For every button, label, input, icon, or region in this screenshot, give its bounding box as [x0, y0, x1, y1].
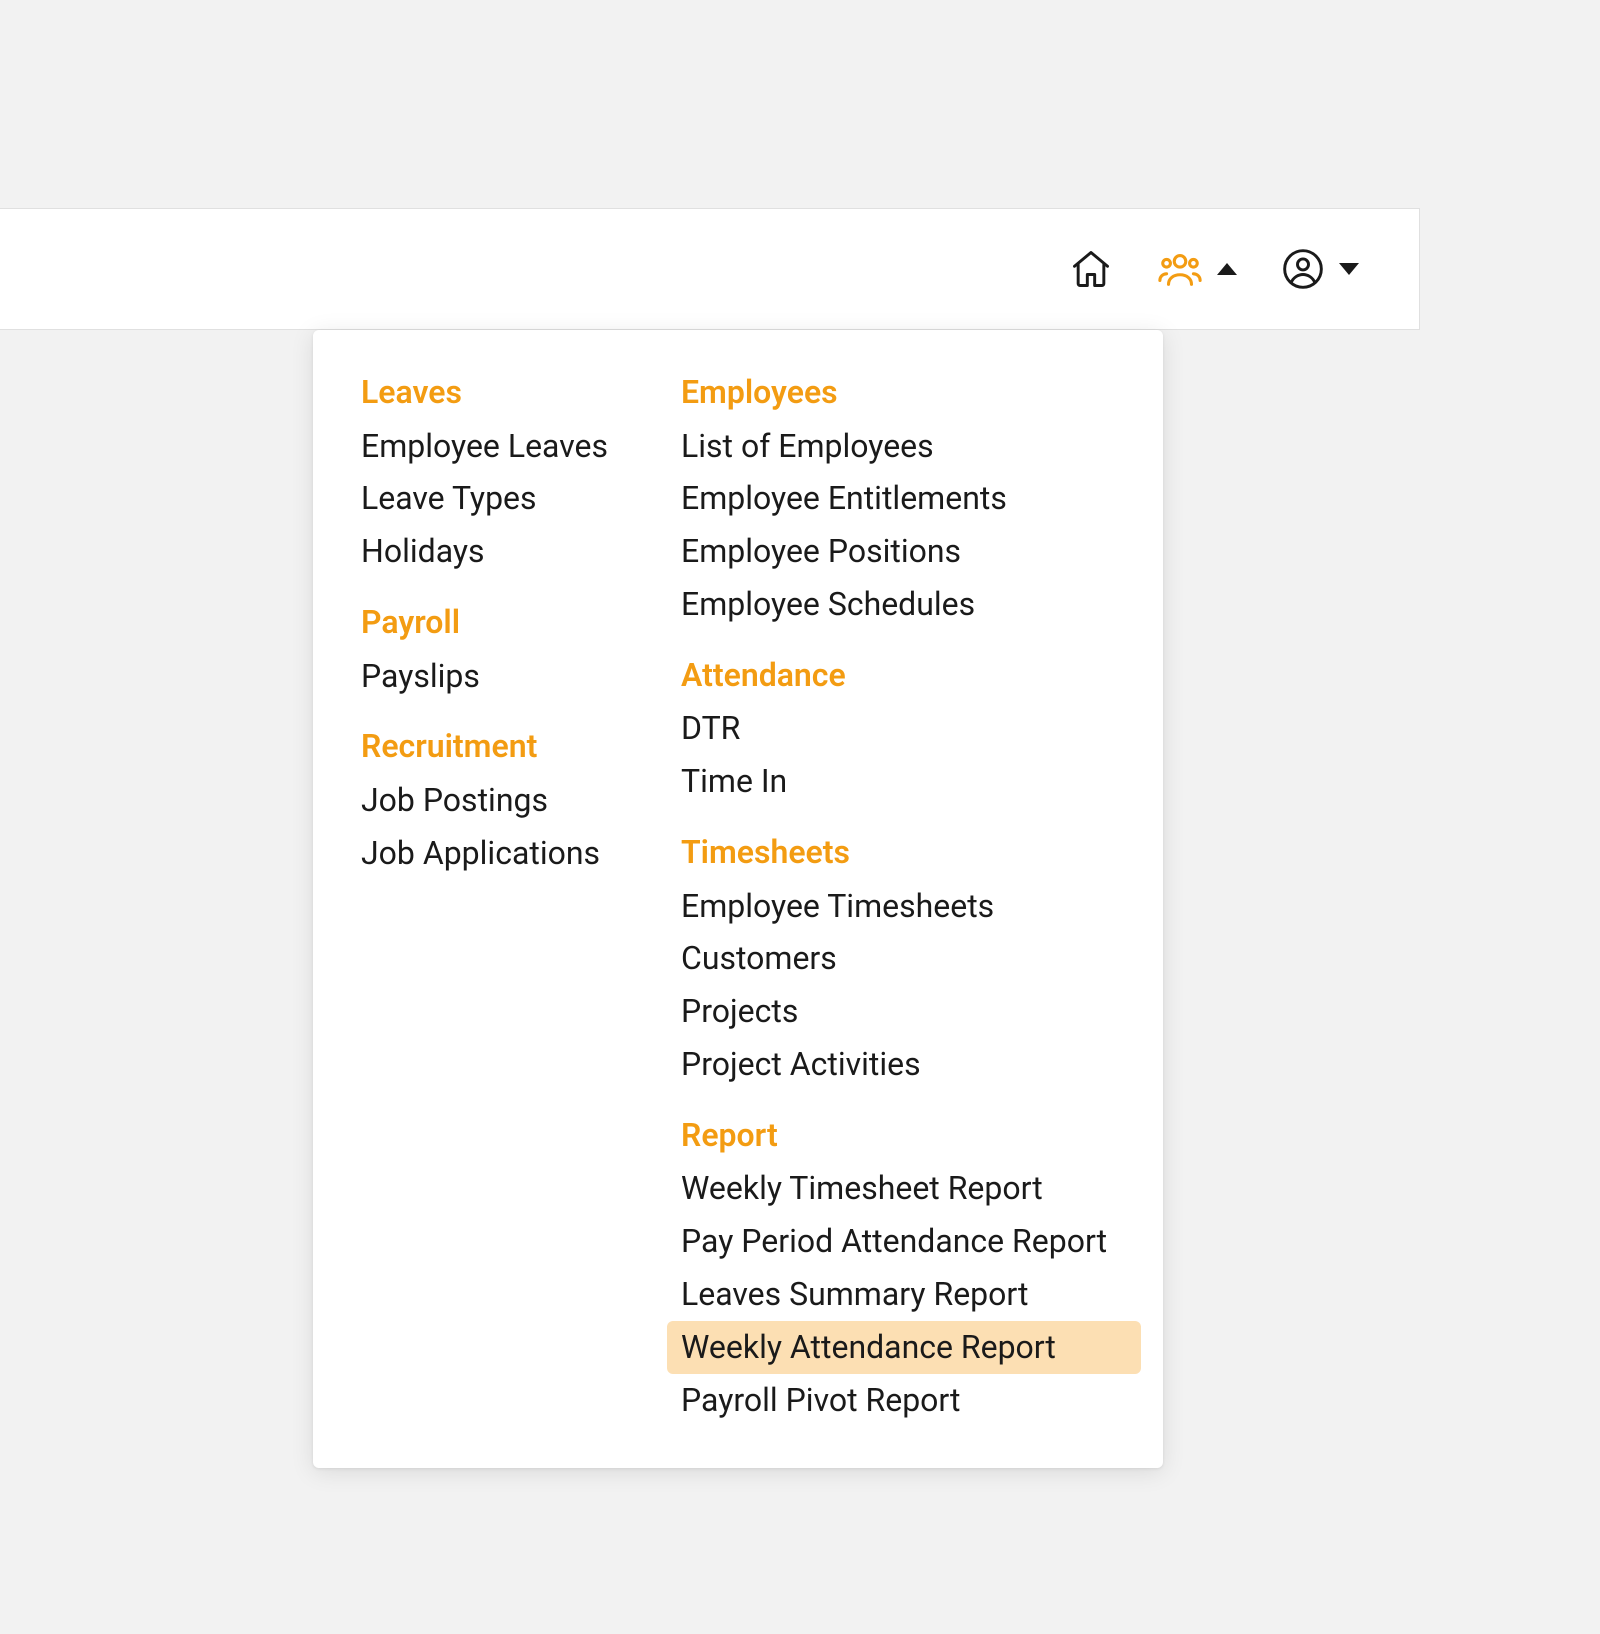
menu-item-job-applications[interactable]: Job Applications — [347, 827, 621, 880]
menu-section-timesheets: Timesheets Employee Timesheets Customers… — [681, 828, 1141, 1091]
menu-item-holidays[interactable]: Holidays — [347, 525, 621, 578]
home-button[interactable] — [1069, 247, 1113, 291]
menu-item-leave-types[interactable]: Leave Types — [347, 472, 621, 525]
menu-item-weekly-timesheet-report[interactable]: Weekly Timesheet Report — [667, 1162, 1141, 1215]
menu-item-project-activities[interactable]: Project Activities — [667, 1038, 1141, 1091]
menu-item-leaves-summary-report[interactable]: Leaves Summary Report — [667, 1268, 1141, 1321]
menu-column-left: Leaves Employee Leaves Leave Types Holid… — [361, 368, 621, 1426]
menu-section-title: Recruitment — [361, 722, 621, 772]
menu-item-list-of-employees[interactable]: List of Employees — [667, 420, 1141, 473]
menu-item-job-postings[interactable]: Job Postings — [347, 774, 621, 827]
menu-section-title: Leaves — [361, 368, 621, 418]
menu-item-employee-entitlements[interactable]: Employee Entitlements — [667, 472, 1141, 525]
menu-section-employees: Employees List of Employees Employee Ent… — [681, 368, 1141, 631]
menu-item-employee-schedules[interactable]: Employee Schedules — [667, 578, 1141, 631]
hr-mega-menu: Leaves Employee Leaves Leave Types Holid… — [313, 330, 1163, 1468]
menu-item-projects[interactable]: Projects — [667, 985, 1141, 1038]
home-icon — [1069, 247, 1113, 291]
menu-item-pay-period-attendance-report[interactable]: Pay Period Attendance Report — [667, 1215, 1141, 1268]
menu-section-title: Report — [681, 1111, 1141, 1161]
menu-item-dtr[interactable]: DTR — [667, 702, 1141, 755]
caret-down-icon — [1339, 263, 1359, 275]
menu-section-title: Payroll — [361, 598, 621, 648]
menu-item-payroll-pivot-report[interactable]: Payroll Pivot Report — [667, 1374, 1141, 1427]
user-menu-button[interactable] — [1281, 247, 1359, 291]
menu-section-leaves: Leaves Employee Leaves Leave Types Holid… — [361, 368, 621, 578]
menu-section-payroll: Payroll Payslips — [361, 598, 621, 702]
menu-section-recruitment: Recruitment Job Postings Job Application… — [361, 722, 621, 879]
menu-item-employee-positions[interactable]: Employee Positions — [667, 525, 1141, 578]
menu-section-attendance: Attendance DTR Time In — [681, 651, 1141, 808]
people-icon — [1157, 246, 1203, 292]
header-icons — [1069, 246, 1359, 292]
app-header — [0, 208, 1420, 330]
menu-column-right: Employees List of Employees Employee Ent… — [681, 368, 1141, 1426]
menu-item-time-in[interactable]: Time In — [667, 755, 1141, 808]
menu-item-payslips[interactable]: Payslips — [347, 650, 621, 703]
menu-section-title: Attendance — [681, 651, 1141, 701]
menu-section-report: Report Weekly Timesheet Report Pay Perio… — [681, 1111, 1141, 1427]
menu-item-weekly-attendance-report[interactable]: Weekly Attendance Report — [667, 1321, 1141, 1374]
menu-section-title: Employees — [681, 368, 1141, 418]
menu-section-title: Timesheets — [681, 828, 1141, 878]
menu-item-customers[interactable]: Customers — [667, 932, 1141, 985]
menu-item-employee-timesheets[interactable]: Employee Timesheets — [667, 880, 1141, 933]
menu-item-employee-leaves[interactable]: Employee Leaves — [347, 420, 621, 473]
user-icon — [1281, 247, 1325, 291]
hr-menu-button[interactable] — [1157, 246, 1237, 292]
caret-up-icon — [1217, 263, 1237, 275]
